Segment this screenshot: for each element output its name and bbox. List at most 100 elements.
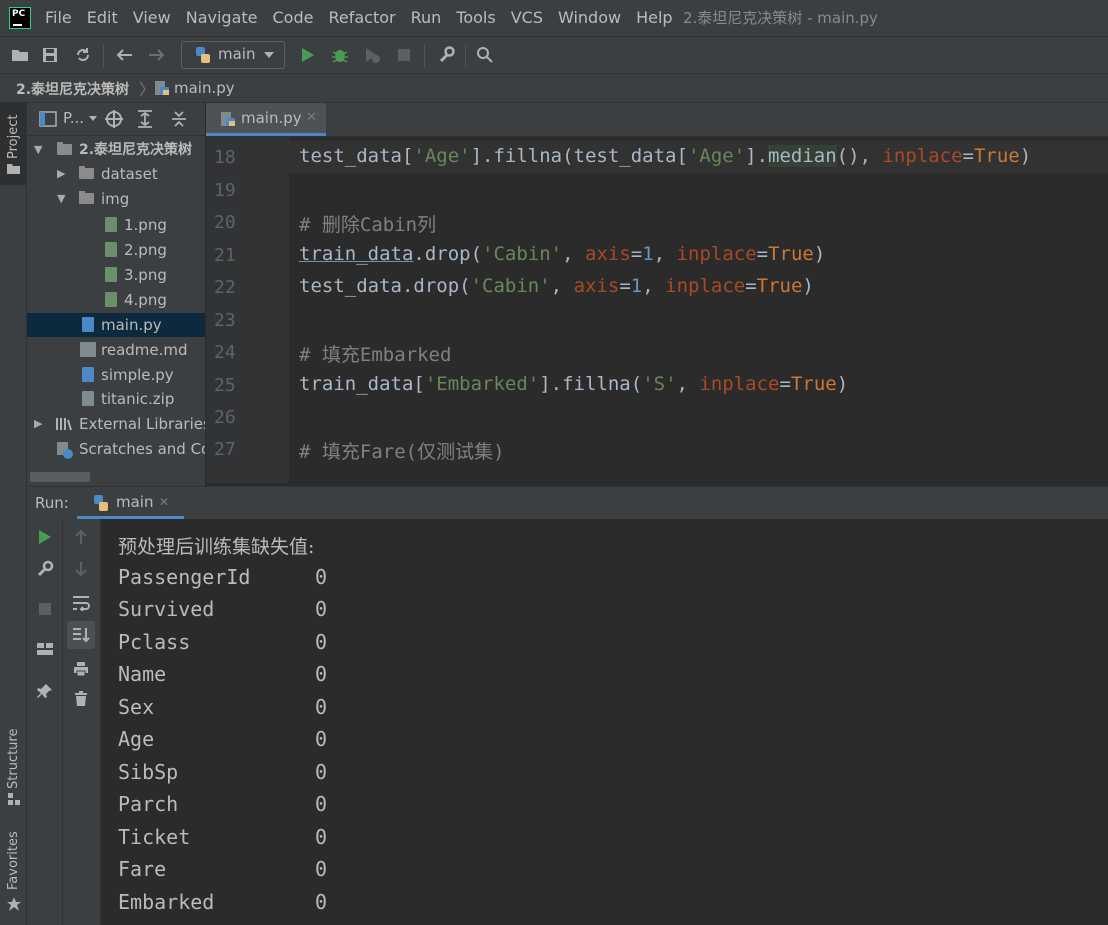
tree-item-scratches[interactable]: Scratches and Co [27,437,205,461]
chevron-right-icon[interactable]: ▶ [34,412,44,436]
tree-item-label: dataset [101,165,158,183]
console-row: Sex 0 [118,695,327,719]
layout-icon[interactable] [33,637,57,661]
output-field: PassengerId [118,565,251,589]
folder-icon [57,142,72,155]
print-icon[interactable] [69,657,93,681]
locate-target-icon[interactable] [104,109,124,129]
tree-item-1-png[interactable]: 1.png [27,213,205,237]
run-tab-main[interactable]: main ✕ [77,487,184,519]
tree-item-label: External Libraries [79,415,205,433]
run-console[interactable]: 预处理后训练集缺失值: PassengerId 0 Survived 0 Pclas… [101,519,1108,925]
scroll-up-arrow-icon[interactable] [69,525,93,549]
breadcrumb-project[interactable]: 2.泰坦尼克决策树 [16,79,129,99]
menu-refactor[interactable]: Refactor [328,8,395,28]
line-number: 18 [214,147,236,168]
search-icon[interactable] [475,45,495,65]
structure-icon [8,793,20,805]
stop-icon[interactable] [394,45,414,65]
favorites-tab-label: Favorites [6,831,21,890]
close-icon[interactable]: ✕ [159,495,169,509]
tree-item-dataset[interactable]: ▶ dataset [27,162,205,186]
image-file-icon [105,217,117,232]
scroll-down-arrow-icon[interactable] [69,557,93,581]
breadcrumb: 2.泰坦尼克决策树 〉 main.py [0,74,1108,103]
back-arrow-icon[interactable] [114,45,134,65]
run-icon[interactable] [298,45,318,65]
run-config-selector[interactable]: main [181,41,285,69]
pin-icon[interactable] [33,679,57,703]
scroll-to-end-icon[interactable] [67,621,95,649]
tree-item-readme-md[interactable]: readme.md [27,338,205,362]
folder-icon [7,164,20,174]
chevron-down-icon [264,52,274,58]
menu-view[interactable]: View [133,8,171,28]
chevron-down-icon[interactable]: ▼ [34,138,44,162]
line-number: 20 [214,212,236,233]
menu-window[interactable]: Window [558,8,621,28]
coverage-icon[interactable] [362,45,382,65]
run-config-label: main [218,45,256,63]
output-field: Survived [118,597,215,621]
structure-tool-tab[interactable]: Structure [0,723,26,808]
chevron-down-icon[interactable] [89,116,97,121]
close-icon[interactable]: ✕ [306,110,317,125]
chevron-down-icon[interactable]: ▼ [57,187,67,211]
sync-icon[interactable] [73,45,93,65]
stop-icon[interactable] [33,597,57,621]
menu-file[interactable]: File [45,8,72,28]
scratches-icon [57,442,73,459]
tree-item-simple-py[interactable]: simple.py [27,363,205,387]
menu-run[interactable]: Run [411,8,442,28]
menu-vcs[interactable]: VCS [511,8,543,28]
tree-item-titanic-zip[interactable]: titanic.zip [27,387,205,411]
tab-main-py[interactable]: main.py ✕ [206,103,326,136]
code-editor[interactable]: 18 19 20 21 22 23 24 25 26 27 test_data[… [206,137,1108,483]
python-file-icon [221,112,235,126]
expand-all-icon[interactable] [136,110,154,128]
menu-help[interactable]: Help [636,8,672,28]
run-tools-primary [27,519,63,925]
line-number: 22 [214,277,236,298]
tree-item-4-png[interactable]: 4.png [27,288,205,312]
output-field: Age [118,727,155,751]
menu-tools[interactable]: Tools [456,8,495,28]
save-icon[interactable] [40,45,60,65]
project-view-label[interactable]: P... [63,109,84,127]
breadcrumb-file[interactable]: main.py [174,79,235,97]
favorites-tool-tab[interactable]: Favorites [0,828,26,918]
console-row: SibSp 0 [118,760,327,784]
image-file-icon [105,292,117,307]
tree-item-main-py[interactable]: main.py [27,313,205,337]
project-tab-label: Project [6,114,21,159]
soft-wrap-icon[interactable] [69,591,93,615]
tree-item-2-png[interactable]: 2.png [27,238,205,262]
tree-item-external-libraries[interactable]: ▶ External Libraries [27,412,205,436]
menu-code[interactable]: Code [273,8,314,28]
settings-wrench-icon[interactable] [436,45,456,65]
forward-arrow-icon[interactable] [147,45,167,65]
project-tool-tab[interactable]: Project [0,103,26,185]
tree-item-img[interactable]: ▼ img [27,187,205,211]
horizontal-scrollbar[interactable] [30,472,90,482]
debug-icon[interactable] [330,45,350,65]
rerun-icon[interactable] [33,525,57,549]
pycharm-logo-icon[interactable]: PC [9,7,31,29]
output-value: 0 [315,727,328,751]
trash-icon[interactable] [69,687,93,711]
collapse-all-icon[interactable] [170,110,188,128]
wrench-icon[interactable] [33,557,57,581]
menu-items: File Edit View Navigate Code Refactor Ru… [45,8,673,28]
tab-label: main.py [241,109,302,127]
menu-edit[interactable]: Edit [87,8,118,28]
output-field: Name [118,662,167,686]
open-folder-icon[interactable] [10,45,30,65]
project-panel-header: P... [27,103,205,136]
menu-navigate[interactable]: Navigate [186,8,258,28]
tree-item-3-png[interactable]: 3.png [27,263,205,287]
tree-root[interactable]: ▼ 2.泰坦尼克决策树 [27,138,205,162]
run-tools-secondary [63,519,101,925]
star-icon [7,897,21,911]
console-row: Fare 0 [118,857,327,881]
chevron-right-icon[interactable]: ▶ [57,162,67,186]
